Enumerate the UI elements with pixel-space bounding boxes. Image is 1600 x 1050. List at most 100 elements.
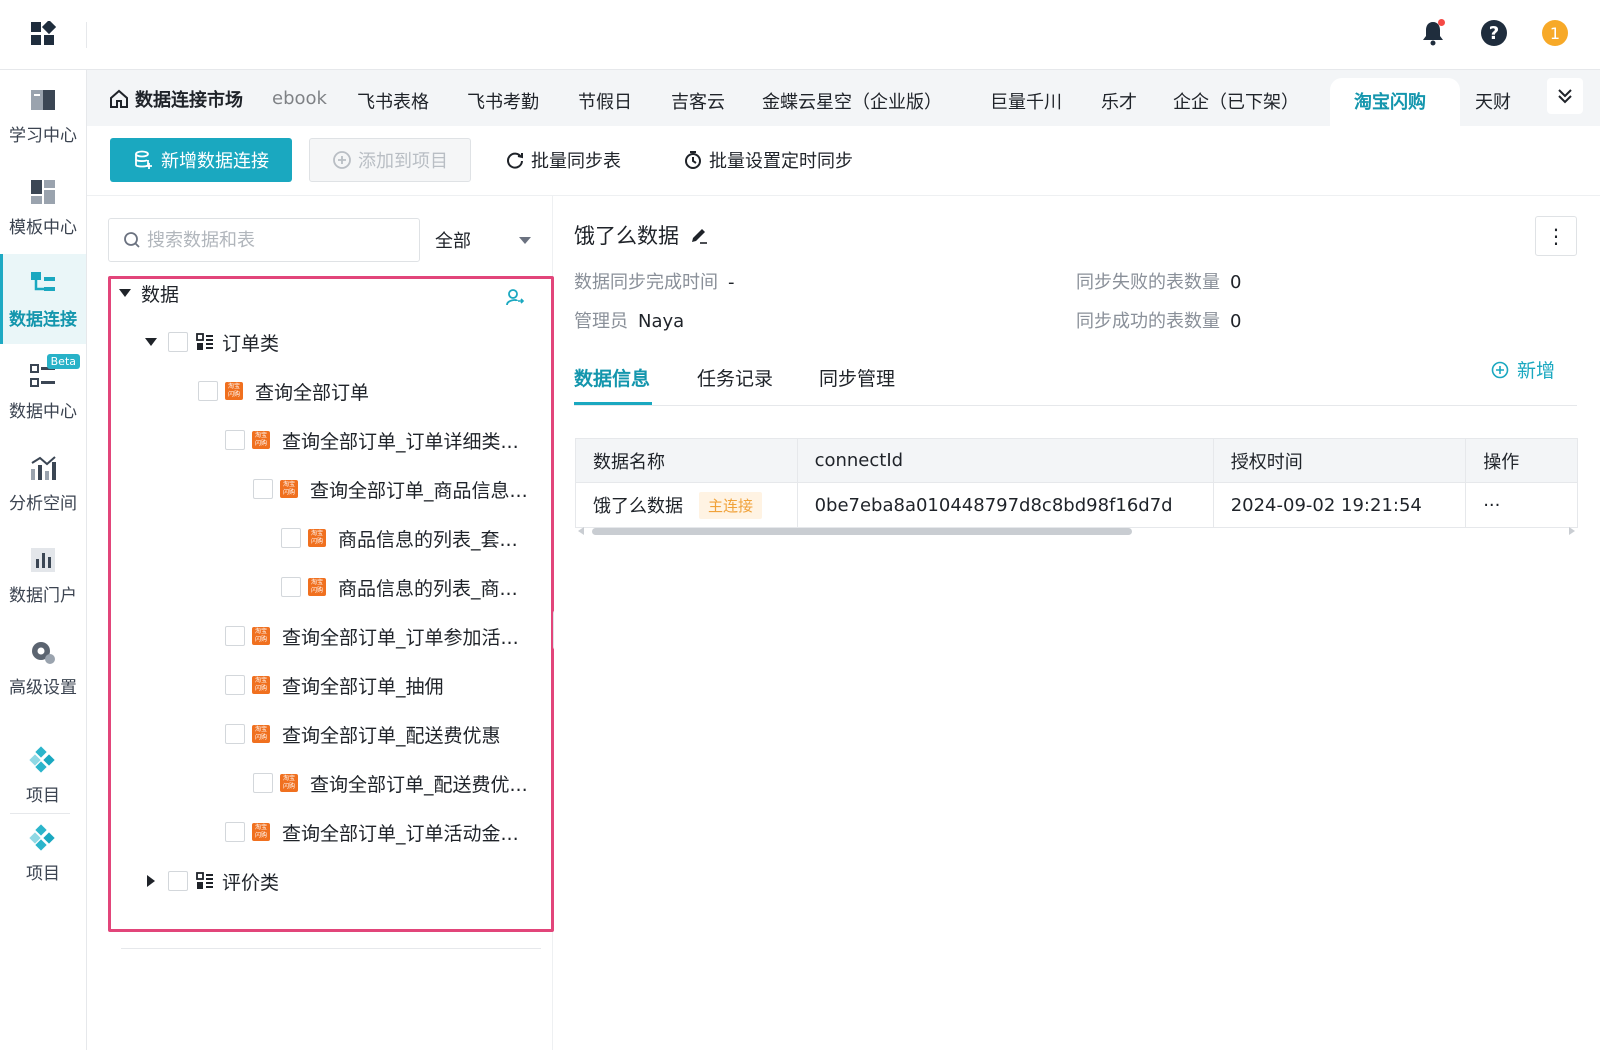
topbar-divider [86,22,87,48]
sidebar-item-label: 数据中心 [9,401,77,422]
tree-checkbox[interactable] [281,577,301,597]
sidebar-item-label: 数据门户 [9,585,77,606]
tab-sync-management[interactable]: 同步管理 [819,364,895,391]
tab-lecai[interactable]: 乐才 [1101,88,1137,114]
add-new-button[interactable]: 新增 [1491,356,1555,383]
tab-qiqi[interactable]: 企企（已下架） [1173,88,1299,114]
tree-item[interactable]: 淘宝 闪购 查询全部订单_配送费优惠 [225,714,501,754]
success-count-meta: 同步成功的表数量 0 [1076,311,1242,332]
sidebar-item-portal[interactable]: 数据门户 [0,530,86,620]
tree-root[interactable]: 数据 [119,273,179,313]
cell-data-name: 饿了么数据 主连接 [576,483,798,527]
column-header: 操作 [1483,451,1520,473]
sidebar-item-settings[interactable]: 高级设置 [0,622,86,712]
tree-checkbox[interactable] [281,528,301,548]
tree-item[interactable]: 淘宝 闪购 查询全部订单_配送费优... [253,763,528,803]
tree-checkbox[interactable] [253,479,273,499]
taobao-shangou-icon: 淘宝 闪购 [252,676,270,694]
search-box[interactable] [108,218,420,262]
tree-item[interactable]: 淘宝 闪购 查询全部订单_抽佣 [225,665,444,705]
sidebar-item-label: 高级设置 [9,677,77,698]
tab-kingdee[interactable]: 金蝶云星空（企业版） [762,88,942,114]
caret-right-icon[interactable] [147,875,155,887]
scrollbar-thumb[interactable] [592,528,1132,535]
sidebar-item-label: 项目 [26,863,60,884]
plus-circle-icon [1491,361,1509,378]
tree-checkbox[interactable] [225,430,245,450]
caret-down-icon[interactable] [119,289,131,297]
gear-icon [32,641,55,664]
caret-down-icon[interactable] [145,338,157,346]
add-to-project-button[interactable]: 添加到项目 [309,138,471,182]
market-title[interactable]: 数据连接市场 [109,86,243,112]
tree-checkbox[interactable] [225,626,245,646]
help-button[interactable]: ? [1479,18,1509,48]
portal-icon [31,547,55,572]
tree-item[interactable]: 淘宝 闪购 查询全部订单_订单参加活... [225,616,519,656]
tab-holiday[interactable]: 节假日 [578,88,632,114]
tab-jikeyun[interactable]: 吉客云 [671,88,725,114]
sidebar-item-templates[interactable]: 模板中心 [0,162,86,252]
sidebar-item-learning[interactable]: 学习中心 [0,70,86,160]
row-actions-button[interactable]: ··· [1466,483,1577,527]
tab-more-button[interactable] [1547,78,1583,114]
template-icon [31,179,55,204]
table-row: 饿了么数据 主连接 0be7eba8a010448797d8c8bd98f16d… [576,483,1577,527]
tab-juliang[interactable]: 巨量千川 [990,88,1062,114]
tree-checkbox[interactable] [225,724,245,744]
data-tree-panel: 全部 数据 订单类 淘宝闪购 查询全部订单 淘宝闪购 查询全部订单_订单详细类.… [87,196,554,1050]
tree-group-order[interactable]: 订单类 [145,322,279,362]
caret-down-icon [519,237,531,244]
sidebar-item-data-center[interactable]: Beta 数据中心 [0,346,86,436]
user-avatar-button[interactable]: 1 [1540,18,1570,48]
tab-feishu-attendance[interactable]: 飞书考勤 [467,88,539,114]
search-icon [124,232,140,248]
sidebar-item-project[interactable]: 项目 [0,808,86,898]
tree-group-review[interactable]: 评价类 [147,861,279,901]
tab-taobao-shangou[interactable]: 淘宝闪购 [1354,88,1426,114]
sidebar-item-analysis[interactable]: 分析空间 [0,438,86,528]
user-share-icon[interactable] [505,288,525,308]
scroll-left-icon[interactable] [578,527,584,535]
tree-checkbox[interactable] [253,773,273,793]
horizontal-scrollbar[interactable] [575,525,1578,537]
batch-schedule-button[interactable]: 批量设置定时同步 [683,138,853,182]
tab-task-log[interactable]: 任务记录 [697,364,773,391]
app-grid-icon[interactable] [30,21,56,47]
more-options-button[interactable]: ⋮ [1535,216,1577,256]
search-input[interactable] [147,229,397,251]
tree-item[interactable]: 淘宝 闪购 商品信息的列表_商... [281,567,518,607]
taobao-shangou-icon: 淘宝 闪购 [308,529,326,547]
table-header: 数据名称 connectId 授权时间 操作 [576,439,1577,483]
tree-checkbox[interactable] [198,381,218,401]
timer-icon [685,151,701,169]
notification-button[interactable] [1418,18,1448,48]
tab-ebook[interactable]: ebook [272,88,327,109]
tree-checkbox[interactable] [168,871,188,891]
new-connection-button[interactable]: 新增数据连接 [110,138,292,182]
tree-item[interactable]: 淘宝 闪购 查询全部订单 [198,371,369,411]
tree-checkbox[interactable] [225,822,245,842]
scroll-right-icon[interactable] [1569,527,1575,535]
tree-item[interactable]: 淘宝 闪购 商品信息的列表_套... [281,518,518,558]
taobao-shangou-icon: 淘宝 闪购 [280,774,298,792]
tree-checkbox[interactable] [168,332,188,352]
batch-sync-button[interactable]: 批量同步表 [505,138,621,182]
filter-select[interactable]: 全部 [435,218,535,262]
tab-tiancai[interactable]: 天财 [1475,88,1511,114]
plus-circle-icon [333,151,351,169]
sidebar-item-project[interactable]: 项目 [0,730,86,820]
tree-item[interactable]: 淘宝 闪购 查询全部订单_商品信息... [253,469,528,509]
help-icon: ? [1481,20,1507,46]
taobao-shangou-icon: 淘宝 闪购 [308,578,326,596]
tree-item[interactable]: 淘宝 闪购 查询全部订单_订单活动金... [225,812,519,852]
edit-icon[interactable] [689,225,709,245]
detail-title: 饿了么数据 [574,220,709,250]
tab-feishu-sheet[interactable]: 飞书表格 [357,88,429,114]
taobao-shangou-icon: 淘宝 闪购 [280,480,298,498]
tab-data-info[interactable]: 数据信息 [574,364,650,391]
sidebar-item-data-connection[interactable]: 数据连接 [0,254,86,344]
tree-item[interactable]: 淘宝 闪购 查询全部订单_订单详细类... [225,420,519,460]
top-bar: ? 1 [0,0,1600,70]
tree-checkbox[interactable] [225,675,245,695]
